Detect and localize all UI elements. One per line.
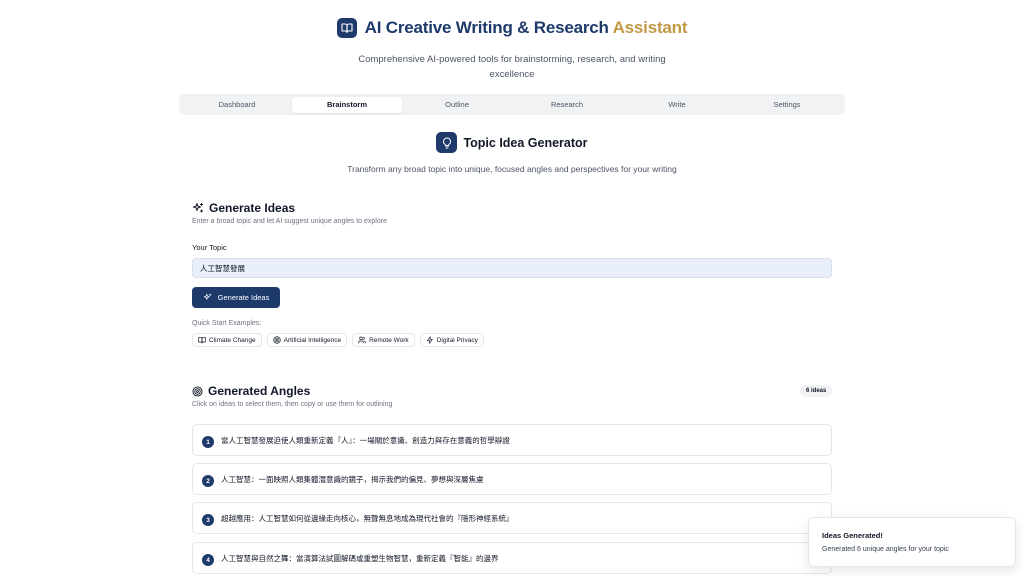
example-chip-label: Artificial Intelligence [283,336,342,344]
idea-number: 2 [202,475,214,487]
idea-text: 人工智慧與自然之舞：當演算法試圖解碼或重塑生物智慧，重新定義『智能』的邊界 [221,553,499,563]
example-chip-label: Digital Privacy [436,336,478,344]
tab-dashboard[interactable]: Dashboard [182,97,292,113]
quick-start-examples: Climate Change Artificial Intelligence R… [192,333,484,347]
sparkles-icon [192,202,204,214]
generated-angles-heading-row: Generated Angles [192,384,310,398]
idea-text: 超越應用：人工智慧如何從邊緣走向核心，無聲無息地成為現代社會的『隱形神經系統』 [221,513,514,523]
target-icon [192,385,203,397]
section-title: Topic Idea Generator [463,135,588,150]
generated-angles-heading: Generated Angles [208,384,311,398]
topic-label: Your Topic [192,243,227,252]
book-icon [198,336,206,344]
tab-research[interactable]: Research [512,97,622,113]
lightning-icon [426,336,434,344]
idea-number: 4 [202,554,214,566]
idea-card[interactable]: 1 當人工智慧發展迫使人類重新定義『人』：一場關於意識、創造力與存在意義的哲學辯… [192,424,832,456]
target-icon [272,336,281,344]
example-chip-label: Climate Change [209,336,256,344]
toast-title: Ideas Generated! [822,531,883,540]
generate-ideas-heading: Generate Ideas [209,201,296,215]
generate-ideas-button[interactable]: Generate Ideas [192,287,280,308]
generate-ideas-heading-row: Generate Ideas [192,201,295,215]
idea-text: 當人工智慧發展迫使人類重新定義『人』：一場關於意識、創造力與存在意義的哲學辯證 [221,435,510,445]
quick-start-label: Quick Start Examples: [192,320,262,327]
idea-number: 3 [202,514,214,526]
example-chip-artificial-intelligence[interactable]: Artificial Intelligence [266,333,348,347]
generated-angles-subheading: Click on ideas to select them, then copy… [192,401,393,408]
section-description: Transform any broad topic into unique, f… [347,164,677,174]
idea-number: 1 [202,436,214,448]
tab-settings[interactable]: Settings [732,97,842,113]
generate-ideas-subheading: Enter a broad topic and let AI suggest u… [192,218,387,225]
generate-ideas-button-label: Generate Ideas [217,293,270,302]
app-title-accent: Assistant [612,18,688,37]
example-chip-label: Remote Work [369,336,409,344]
idea-card[interactable]: 2 人工智慧：一面映照人類集體潛意識的鏡子，揭示我們的偏見、夢想與深層焦慮 [192,463,832,495]
tab-write[interactable]: Write [622,97,732,113]
idea-text: 人工智慧：一面映照人類集體潛意識的鏡子，揭示我們的偏見、夢想與深層焦慮 [221,474,484,484]
users-icon [358,336,366,344]
main-tabs: Dashboard Brainstorm Outline Research Wr… [179,94,845,115]
example-chip-digital-privacy[interactable]: Digital Privacy [419,333,484,347]
app-title: AI Creative Writing & Research Assistant [365,18,688,38]
tab-brainstorm[interactable]: Brainstorm [292,96,402,113]
example-chip-climate-change[interactable]: Climate Change [192,333,262,347]
ideas-count-badge: 6 ideas [800,385,833,397]
toast-notification[interactable]: Ideas Generated! Generated 6 unique angl… [808,517,1016,567]
idea-card[interactable]: 3 超越應用：人工智慧如何從邊緣走向核心，無聲無息地成為現代社會的『隱形神經系統… [192,502,832,534]
lightbulb-icon [436,132,458,153]
book-open-icon [336,18,357,38]
topic-input[interactable] [192,258,832,278]
section-title-row: Topic Idea Generator [0,132,1024,153]
app-header: AI Creative Writing & Research Assistant… [0,0,1024,82]
toast-message: Generated 6 unique angles for your topic [822,546,949,553]
app-title-row: AI Creative Writing & Research Assistant [0,16,1024,40]
example-chip-remote-work[interactable]: Remote Work [352,333,415,347]
idea-card[interactable]: 4 人工智慧與自然之舞：當演算法試圖解碼或重塑生物智慧，重新定義『智能』的邊界 [192,542,832,574]
app-title-main: AI Creative Writing & Research [364,18,613,37]
tab-outline[interactable]: Outline [402,97,512,113]
sparkles-icon [203,293,212,302]
app-subtitle: Comprehensive AI-powered tools for brain… [358,54,666,80]
